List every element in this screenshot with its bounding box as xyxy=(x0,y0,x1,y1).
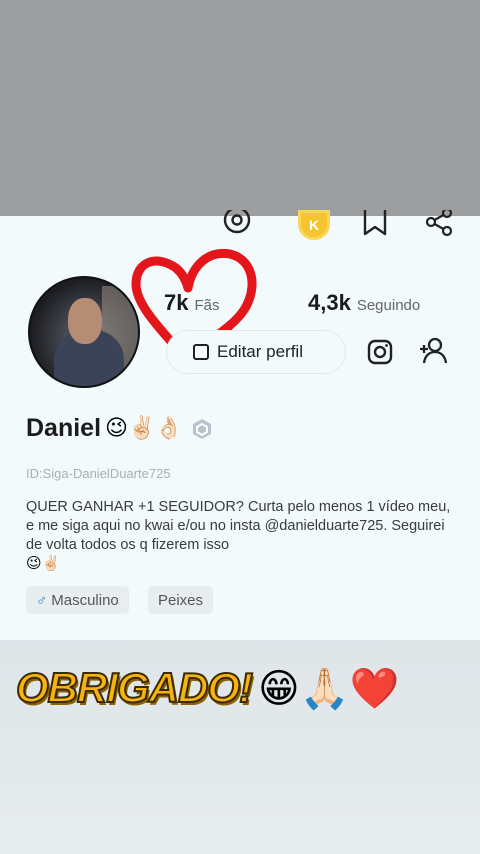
edit-profile-label: Editar perfil xyxy=(217,342,303,361)
zodiac-label: Peixes xyxy=(158,591,204,609)
verified-badge-icon[interactable] xyxy=(191,418,213,440)
bio-emojis: 😉✌🏻 xyxy=(26,554,61,572)
coin-icon[interactable]: K xyxy=(298,210,330,240)
profile-card: K 7k Fãs 4,3k Seguindo Editar perfil Dan… xyxy=(0,210,480,640)
profile-name: Daniel xyxy=(26,414,102,442)
thanks-emojis: 😁🙏🏻❤️ xyxy=(258,665,400,712)
avatar-face xyxy=(68,298,102,344)
bookmark-icon[interactable] xyxy=(358,210,392,244)
following-label: Seguindo xyxy=(356,297,421,314)
blank-top-area xyxy=(0,0,480,216)
following-stat[interactable]: 4,3k Seguindo xyxy=(308,290,420,316)
zodiac-tag: Peixes xyxy=(148,586,214,614)
user-id[interactable]: ID:Siga-DanielDuarte725 xyxy=(26,466,171,481)
pencil-icon xyxy=(193,344,209,360)
share-icon[interactable] xyxy=(422,210,456,244)
following-count: 4,3k xyxy=(308,290,351,315)
instagram-icon[interactable] xyxy=(366,338,394,366)
settings-icon[interactable] xyxy=(220,210,254,244)
gender-label: Masculino xyxy=(51,591,119,609)
thanks-text: OBRIGADO! xyxy=(15,663,254,712)
add-user-icon[interactable] xyxy=(418,336,448,366)
profile-bio: QUER GANHAR +1 SEGUIDOR? Curta pelo meno… xyxy=(26,499,451,553)
name-emojis: 😉✌🏻👌🏻 xyxy=(105,415,183,441)
edit-profile-button[interactable]: Editar perfil xyxy=(166,330,346,374)
gender-tag: ♂ Masculino xyxy=(26,586,129,614)
thanks-overlay-area: OBRIGADO! 😁🙏🏻❤️ xyxy=(0,640,480,854)
male-symbol-icon: ♂ xyxy=(36,591,48,609)
profile-name-row: Daniel 😉✌🏻👌🏻 xyxy=(26,414,213,443)
thanks-banner: OBRIGADO! 😁🙏🏻❤️ xyxy=(15,658,476,718)
avatar[interactable] xyxy=(28,276,140,388)
